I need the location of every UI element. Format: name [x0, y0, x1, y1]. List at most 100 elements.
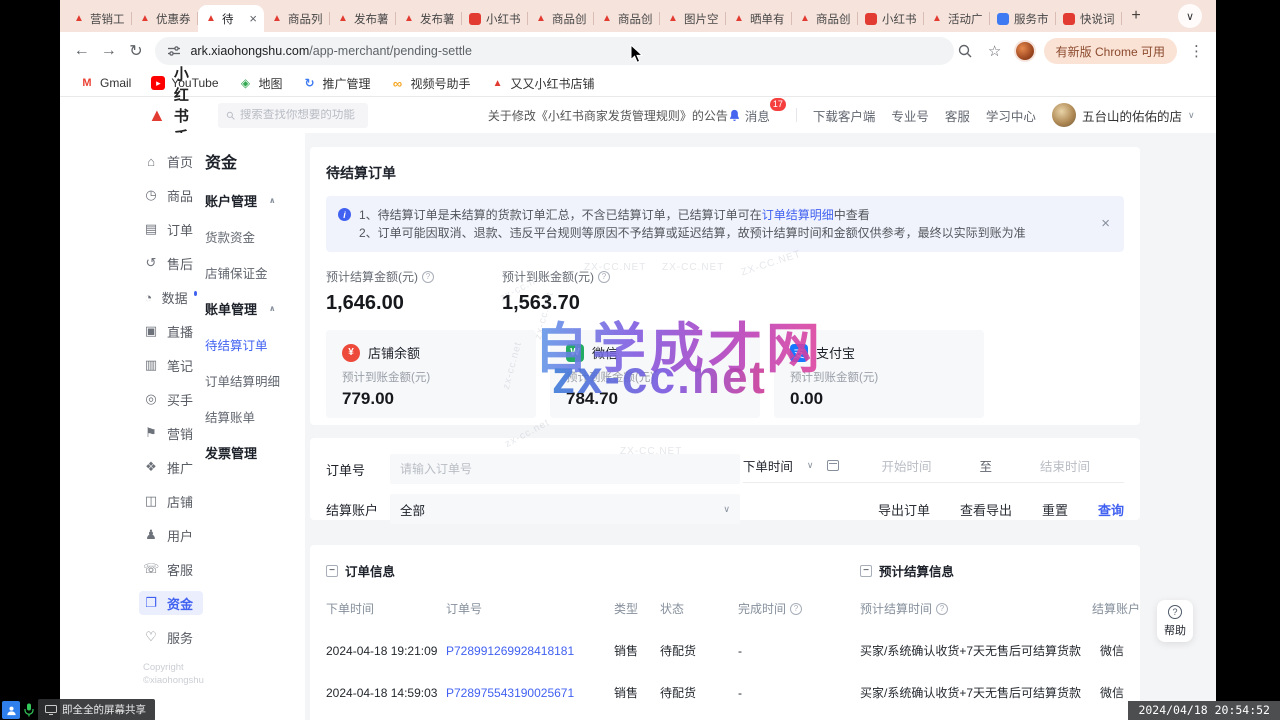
pro-account-link[interactable]: 专业号: [891, 106, 929, 125]
browser-tab[interactable]: 小红书: [462, 5, 528, 32]
messages-button[interactable]: 消息 17: [728, 106, 770, 125]
browser-tab[interactable]: 商品创: [792, 5, 858, 32]
chevron-up-icon[interactable]: ∧: [269, 304, 276, 313]
sidebar-nav-item[interactable]: ❖ 推广: [139, 455, 203, 479]
bookmark-star-icon[interactable]: ☆: [984, 42, 1006, 60]
help-button[interactable]: ? 帮助: [1157, 600, 1193, 642]
forward-button[interactable]: →: [95, 37, 122, 65]
chrome-profile-avatar[interactable]: [1014, 40, 1036, 62]
start-date-input[interactable]: 开始时间: [881, 456, 931, 475]
site-settings-icon[interactable]: [167, 44, 181, 58]
sidebar-nav-item[interactable]: ◎ 买手: [139, 387, 203, 411]
submenu-item[interactable]: 结算账单: [205, 407, 305, 426]
chevron-up-icon[interactable]: ∧: [269, 196, 276, 205]
sidebar-nav-item[interactable]: ◔ 数据: [139, 285, 203, 309]
order-no-input[interactable]: [390, 454, 740, 484]
submenu-item[interactable]: 订单结算明细: [205, 371, 305, 390]
tab-favicon: [73, 13, 85, 25]
submenu-item[interactable]: 店铺保证金: [205, 263, 305, 282]
browser-tab[interactable]: 商品创: [528, 5, 594, 32]
browser-tab[interactable]: 发布薯: [396, 5, 462, 32]
question-icon[interactable]: ?: [790, 603, 802, 615]
browser-tab[interactable]: 商品列: [264, 5, 330, 32]
sidebar-nav-item[interactable]: ☏ 客服: [139, 557, 203, 581]
browser-tab[interactable]: 图片空: [660, 5, 726, 32]
browser-tab[interactable]: 发布薯: [330, 5, 396, 32]
submenu-item[interactable]: 账单管理 ∧: [205, 299, 305, 318]
cell-order-time: 2024-04-18 19:21:09: [326, 644, 446, 658]
bookmark-item[interactable]: 又又小红书店铺: [491, 75, 595, 92]
sidebar-nav-item[interactable]: ▣ 直播: [139, 319, 203, 343]
settlement-detail-link[interactable]: 订单结算明细: [762, 208, 834, 222]
query-button[interactable]: 查询: [1098, 500, 1124, 519]
tab-close-icon[interactable]: ×: [249, 12, 257, 25]
sidebar-nav-item[interactable]: ▤ 订单: [139, 217, 203, 241]
submenu-item-label: 结算账单: [205, 407, 255, 426]
account-avatar: [1052, 103, 1076, 127]
sidebar-nav-item[interactable]: ↺ 售后: [139, 251, 203, 275]
announcement-link[interactable]: 关于修改《小红书商家发货管理规则》的公告: [488, 107, 728, 124]
reset-button[interactable]: 重置: [1042, 500, 1068, 519]
question-icon[interactable]: ?: [936, 603, 948, 615]
browser-tab[interactable]: 待 ×: [198, 5, 264, 32]
sidebar-nav-item[interactable]: ⚑ 营销: [139, 421, 203, 445]
nav-item-icon: ♡: [143, 629, 159, 645]
account-menu[interactable]: 五台山的佑佑的店 ∨: [1052, 103, 1195, 127]
customer-service-link[interactable]: 客服: [945, 106, 970, 125]
nav-item-icon: ▥: [143, 357, 159, 373]
browser-tab[interactable]: 快说词: [1056, 5, 1122, 32]
bookmark-favicon: [303, 76, 317, 90]
bookmark-item[interactable]: 地图: [239, 75, 283, 92]
cell-order-no-link[interactable]: P728975543190025671: [446, 686, 614, 700]
learning-center-link[interactable]: 学习中心: [986, 106, 1036, 125]
sidebar-nav-item[interactable]: ▥ 笔记: [139, 353, 203, 377]
sidebar-nav-item[interactable]: ⌂ 首页: [139, 149, 203, 173]
reload-button[interactable]: ↻: [122, 37, 149, 65]
tab-search-chevron-icon[interactable]: ∨: [1178, 4, 1202, 28]
bookmark-item[interactable]: 视频号助手: [391, 75, 471, 92]
app-search-box[interactable]: [218, 103, 368, 128]
download-client-link[interactable]: 下载客户端: [813, 106, 876, 125]
export-orders-button[interactable]: 导出订单: [878, 500, 930, 519]
chrome-update-pill[interactable]: 有新版 Chrome 可用: [1044, 38, 1177, 64]
view-exports-button[interactable]: 查看导出: [960, 500, 1012, 519]
date-range-picker[interactable]: 下单时间 ∨ 开始时间 至 结束时间: [743, 456, 1124, 483]
submenu-item[interactable]: 账户管理 ∧: [205, 191, 305, 210]
account-name: 五台山的佑佑的店: [1082, 106, 1182, 125]
end-date-input[interactable]: 结束时间: [1040, 456, 1090, 475]
sidebar-nav-item[interactable]: ♡ 服务: [139, 625, 203, 649]
browser-tab[interactable]: 营销工: [66, 5, 132, 32]
new-tab-button[interactable]: +: [1122, 3, 1150, 30]
sidebar-nav-item[interactable]: ❐ 资金: [139, 591, 203, 615]
submenu-item[interactable]: 待结算订单: [205, 335, 305, 354]
browser-tab[interactable]: 小红书: [858, 5, 924, 32]
sidebar-nav-item[interactable]: ◫ 店铺: [139, 489, 203, 513]
browser-tab[interactable]: 晒单有: [726, 5, 792, 32]
collapse-icon[interactable]: −: [860, 565, 872, 577]
browser-tab[interactable]: 商品创: [594, 5, 660, 32]
app-search-input[interactable]: [240, 109, 360, 121]
browser-tab[interactable]: 优惠券: [132, 5, 198, 32]
bookmark-item[interactable]: Gmail: [80, 76, 131, 90]
bookmark-item[interactable]: 推广管理: [303, 75, 371, 92]
settle-account-select[interactable]: 全部 ∨: [390, 494, 740, 524]
notice-close-icon[interactable]: ×: [1101, 215, 1110, 233]
time-type-select[interactable]: 下单时间: [743, 456, 793, 475]
collapse-icon[interactable]: −: [326, 565, 338, 577]
nav-item-label: 服务: [167, 628, 193, 647]
question-icon[interactable]: ?: [422, 271, 434, 283]
back-button[interactable]: ←: [68, 37, 95, 65]
cell-order-no-link[interactable]: P728991269928418181: [446, 644, 614, 658]
submenu-item[interactable]: 发票管理: [205, 443, 305, 462]
search-icon[interactable]: [954, 43, 976, 59]
browser-tab[interactable]: 服务市: [990, 5, 1056, 32]
share-tooltip: 即全全的屏幕共享: [38, 699, 155, 720]
sidebar-nav-item[interactable]: ◷ 商品: [139, 183, 203, 207]
sidebar-nav-item[interactable]: ♟ 用户: [139, 523, 203, 547]
address-bar[interactable]: ark.xiaohongshu.com/app-merchant/pending…: [155, 37, 953, 65]
browser-tab[interactable]: 活动广: [924, 5, 990, 32]
app-body: ⌂ 首页 ◷ 商品 ▤ 订单: [60, 133, 1216, 720]
chrome-menu-icon[interactable]: ⋮: [1185, 42, 1208, 60]
submenu-item[interactable]: 货款资金: [205, 227, 305, 246]
tab-title: 优惠券: [156, 11, 191, 27]
